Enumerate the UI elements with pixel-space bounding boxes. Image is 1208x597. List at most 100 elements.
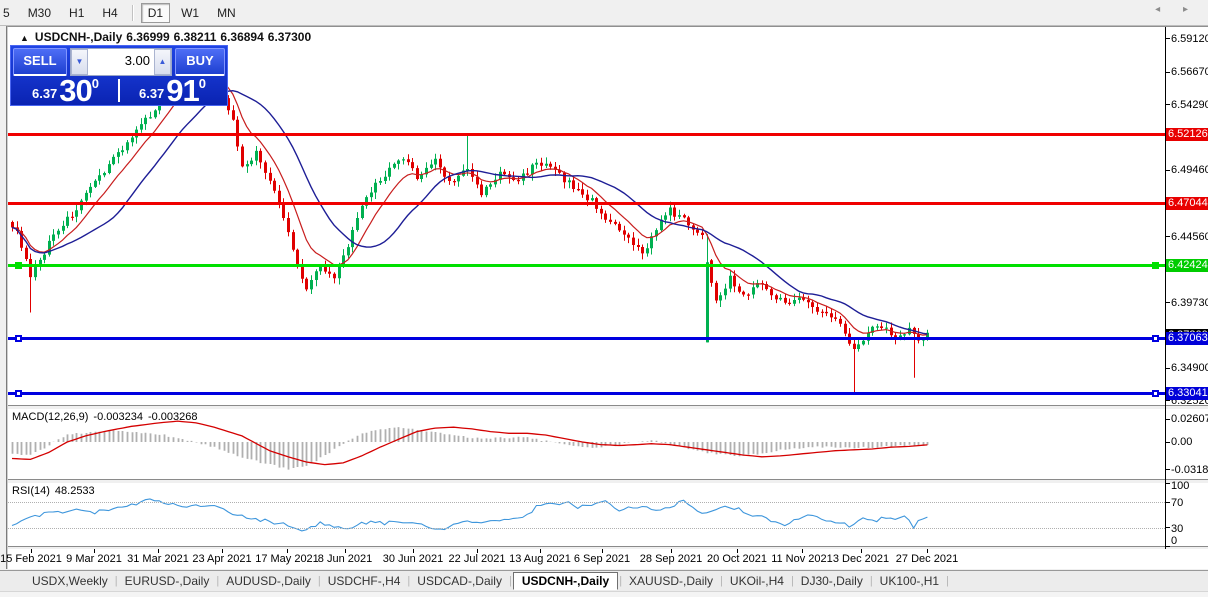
rsi-indicator-label: RSI(14) 48.2533 <box>12 485 100 497</box>
chart-overlay: 6.591206.566706.542906.518406.494606.445… <box>0 27 1208 569</box>
price-axis-line <box>1165 27 1166 549</box>
line-handle[interactable] <box>15 335 22 342</box>
tab-separator: | <box>317 575 321 587</box>
one-click-trading-panel: SELL ▼ 3.00 ▲ BUY 6.37 30 0 6.37 91 0 <box>10 45 228 106</box>
line-handle[interactable] <box>1152 335 1159 342</box>
tab-separator: | <box>407 575 411 587</box>
chart-tab-uk100-h1[interactable]: UK100-,H1 <box>874 572 945 590</box>
ohlc-close: 6.37300 <box>267 30 312 44</box>
toolbar-separator <box>131 4 134 21</box>
date-axis-label: 13 Aug 2021 <box>509 553 571 565</box>
horizontal-level-line-6.37063[interactable] <box>8 337 1165 340</box>
status-strip <box>0 591 1208 597</box>
timeframe-button-MN[interactable]: MN <box>210 3 243 23</box>
price-axis-label: 6.39730 <box>1171 297 1208 309</box>
volume-decrease-button[interactable]: ▼ <box>71 49 88 75</box>
line-handle[interactable] <box>15 390 22 397</box>
horizontal-level-line-6.52126[interactable] <box>8 133 1165 136</box>
price-axis-label: 6.56670 <box>1171 66 1208 78</box>
macd-axis-label: 0.00 <box>1171 436 1193 448</box>
sell-price-small: 6.37 <box>31 86 58 101</box>
line-handle[interactable] <box>1152 390 1159 397</box>
chart-tab-usdcnh-daily[interactable]: USDCNH-,Daily <box>512 572 619 590</box>
chart-tab-xauusd-daily[interactable]: XAUUSD-,Daily <box>623 572 719 590</box>
chart-tab-usdchf-h4[interactable]: USDCHF-,H4 <box>322 572 407 590</box>
rsi-axis-label: 100 <box>1171 480 1190 492</box>
price-axis-label: 6.54290 <box>1171 99 1208 111</box>
sell-price-display[interactable]: 6.37 30 0 <box>13 78 118 103</box>
ohlc-low: 6.36894 <box>220 30 264 44</box>
price-axis-tick <box>1165 38 1170 39</box>
rsi-axis-label: 70 <box>1171 497 1184 509</box>
chart-tab-ukoil-h4[interactable]: UKOil-,H4 <box>724 572 790 590</box>
level-price-label: 6.47044 <box>1166 197 1208 210</box>
price-axis-label: 6.59120 <box>1171 33 1208 45</box>
macd-axis-tick <box>1165 469 1170 470</box>
macd-signal-value: -0.003268 <box>147 411 198 423</box>
chart-tab-usdcad-daily[interactable]: USDCAD-,Daily <box>411 572 508 590</box>
price-axis-tick <box>1165 400 1170 401</box>
tab-separator: | <box>216 575 220 587</box>
rsi-level-30 <box>8 528 1165 529</box>
rsi-axis-tick <box>1165 527 1170 528</box>
horizontal-level-line-6.47044[interactable] <box>8 202 1165 205</box>
macd-value: -0.003234 <box>93 411 143 423</box>
buy-price-display[interactable]: 6.37 91 0 <box>120 78 225 103</box>
date-axis-label: 15 Feb 2021 <box>0 553 62 565</box>
volume-input[interactable]: 3.00 <box>88 49 154 75</box>
timeframe-button-H4[interactable]: H4 <box>95 3 124 23</box>
ohlc-high: 6.38211 <box>173 30 217 44</box>
chart-tab-audusd-daily[interactable]: AUDUSD-,Daily <box>220 572 317 590</box>
line-handle[interactable] <box>15 262 22 269</box>
chart-tab-dj30-daily[interactable]: DJ30-,Daily <box>795 572 869 590</box>
rsi-name: RSI(14) <box>12 485 50 497</box>
pane-separator <box>8 479 1208 484</box>
timeframe-button-M30[interactable]: M30 <box>21 3 58 23</box>
macd-axis-tick <box>1165 419 1170 420</box>
sell-button[interactable]: SELL <box>13 48 67 76</box>
date-axis-label: 11 Nov 2021 <box>771 553 833 565</box>
date-axis-label: 28 Sep 2021 <box>639 553 703 565</box>
mt4-terminal: 5M30H1H4D1W1MN 6.591206.566706.542906.51… <box>0 0 1208 597</box>
chart-tab-usdx-weekly[interactable]: USDX,Weekly <box>26 572 114 590</box>
timeframe-button-5[interactable]: 5 <box>0 3 17 23</box>
price-axis-tick <box>1165 72 1170 73</box>
price-axis-label: 6.49460 <box>1171 164 1208 176</box>
sell-price-sup: 0 <box>91 78 100 91</box>
collapse-panel-icon[interactable]: ▲ <box>20 33 29 43</box>
tab-separator: | <box>114 575 118 587</box>
chart-tab-bar: USDX,Weekly | EURUSD-,Daily | AUDUSD-,Daily |… <box>0 570 1208 591</box>
level-price-label: 6.42424 <box>1166 259 1208 272</box>
price-axis-tick <box>1165 170 1170 171</box>
timeframe-button-W1[interactable]: W1 <box>174 3 206 23</box>
pane-separator <box>8 405 1208 410</box>
price-axis-label: 6.44560 <box>1171 231 1208 243</box>
chart-tab-eurusd-daily[interactable]: EURUSD-,Daily <box>119 572 216 590</box>
date-axis-label: 9 Mar 2021 <box>66 553 122 565</box>
sell-price-big: 30 <box>59 78 92 103</box>
timeframe-button-D1[interactable]: D1 <box>140 2 171 23</box>
macd-axis-tick <box>1165 442 1170 443</box>
tab-scroll-arrows: ◂ ▸ <box>1155 4 1198 15</box>
pane-separator <box>8 546 1208 550</box>
date-axis-label: 8 Jun 2021 <box>317 553 373 565</box>
level-price-label: 6.33041 <box>1166 387 1208 400</box>
horizontal-level-line-6.33041[interactable] <box>8 392 1165 395</box>
price-axis-label: 6.34900 <box>1171 362 1208 374</box>
volume-stepper: ▼ 3.00 ▲ <box>70 48 172 76</box>
buy-button[interactable]: BUY <box>175 48 225 76</box>
rsi-level-70 <box>8 502 1165 503</box>
macd-name: MACD(12,26,9) <box>12 411 89 423</box>
level-price-label: 6.37063 <box>1166 332 1208 345</box>
date-axis-label: 6 Sep 2021 <box>573 553 631 565</box>
rsi-axis-label: 0 <box>1171 535 1178 547</box>
tab-separator: | <box>869 575 873 587</box>
rsi-axis-tick <box>1165 546 1170 547</box>
date-axis-label: 31 Mar 2021 <box>127 553 189 565</box>
tab-separator: | <box>790 575 794 587</box>
horizontal-level-line-6.42424[interactable] <box>8 264 1165 267</box>
timeframe-button-H1[interactable]: H1 <box>62 3 91 23</box>
line-handle[interactable] <box>1152 262 1159 269</box>
volume-increase-button[interactable]: ▲ <box>154 49 171 75</box>
rsi-axis-tick <box>1165 483 1170 484</box>
